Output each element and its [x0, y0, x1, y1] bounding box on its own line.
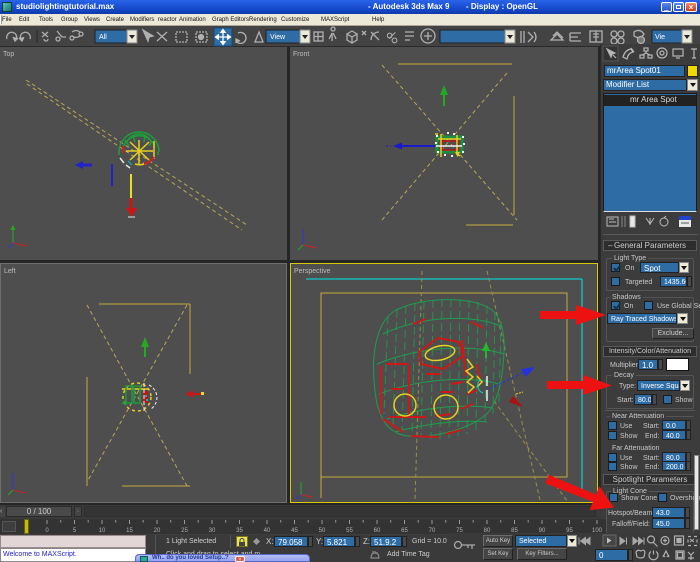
- svg-text:Left: Left: [4, 268, 16, 275]
- svg-text:35: 35: [236, 528, 243, 534]
- svg-text:Vie: Vie: [655, 34, 665, 41]
- svg-text:View: View: [270, 34, 286, 41]
- svg-text:40: 40: [264, 528, 271, 534]
- svg-text:20: 20: [154, 528, 161, 534]
- svg-text:50: 50: [319, 528, 326, 534]
- svg-text:25: 25: [181, 528, 188, 534]
- svg-text:10: 10: [99, 528, 106, 534]
- svg-text:30: 30: [209, 528, 216, 534]
- svg-text:0: 0: [45, 528, 49, 534]
- svg-text:5: 5: [73, 528, 77, 534]
- svg-text:Top: Top: [3, 51, 14, 58]
- svg-text:15: 15: [126, 528, 133, 534]
- svg-text:Perspective: Perspective: [294, 268, 331, 275]
- svg-text:45: 45: [291, 528, 298, 534]
- svg-text:70: 70: [429, 528, 436, 534]
- svg-text:65: 65: [401, 528, 408, 534]
- svg-text:All: All: [99, 34, 107, 41]
- svg-text:Front: Front: [293, 51, 309, 58]
- svg-text:55: 55: [346, 528, 353, 534]
- svg-text:60: 60: [374, 528, 381, 534]
